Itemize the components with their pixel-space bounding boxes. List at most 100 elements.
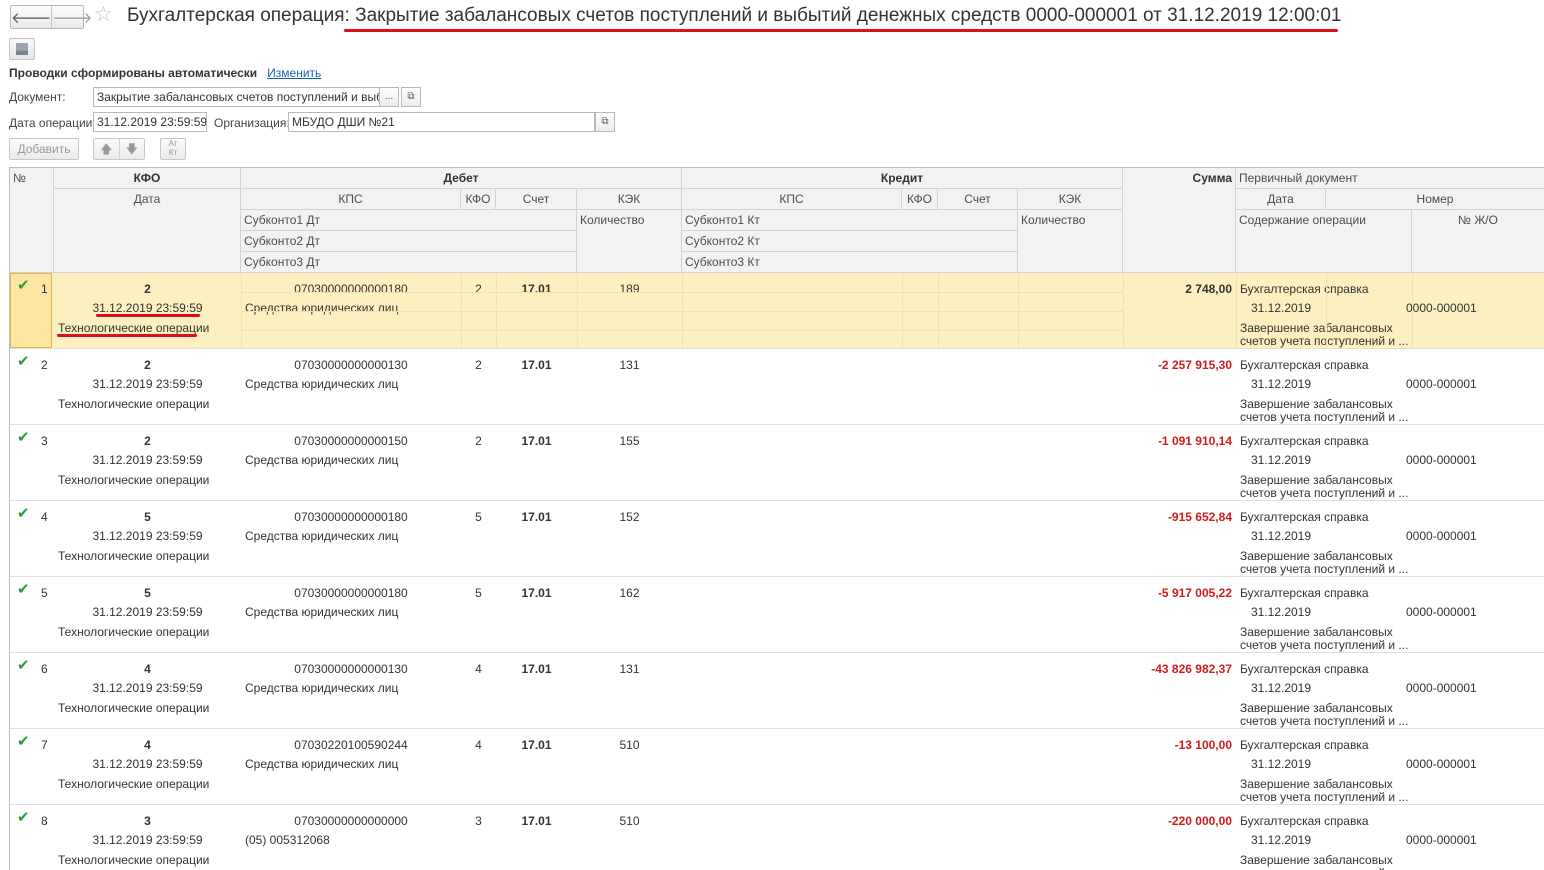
back-button[interactable]: 🡐 <box>11 6 51 28</box>
document-select-button[interactable]: ... <box>379 87 399 107</box>
save-button[interactable] <box>9 38 35 60</box>
row-debit-account: 17.01 <box>521 738 552 752</box>
row-doc-type: Бухгалтерская справка <box>1240 814 1369 828</box>
col-sum[interactable]: Сумма <box>1123 168 1236 273</box>
col-credit-kek[interactable]: КЭК <box>1018 189 1123 210</box>
row-divider <box>241 330 1123 331</box>
row-kfo: 2 <box>144 282 151 296</box>
move-up-button[interactable]: 🡅 <box>94 139 120 159</box>
row-doc-number: 0000-000001 <box>1406 529 1477 543</box>
col-content[interactable]: Содержание операции <box>1236 210 1412 273</box>
col-subconto1-kt[interactable]: Субконто1 Кт <box>682 210 1018 231</box>
change-link[interactable]: Изменить <box>267 66 321 80</box>
row-number: 6 <box>41 662 48 676</box>
table-row[interactable]: ✔ 5 5 31.12.2019 23:59:59 Технологически… <box>10 577 1544 653</box>
col-journal-num[interactable]: № Ж/О <box>1412 210 1544 273</box>
col-credit-account[interactable]: Счет <box>938 189 1018 210</box>
operation-date-field[interactable]: 31.12.2019 23:59:59 <box>93 112 207 132</box>
operation-date-label: Дата операции: <box>9 116 96 130</box>
col-group-credit: Кредит <box>682 168 1123 189</box>
col-subconto1-dt[interactable]: Субконто1 Дт <box>241 210 577 231</box>
dt-kt-icon: Ат Кт <box>168 139 178 157</box>
sort-dt-kt-button[interactable]: Ат Кт <box>160 138 186 160</box>
row-date: 31.12.2019 23:59:59 <box>92 377 203 391</box>
row-doc-number: 0000-000001 <box>1406 605 1477 619</box>
row-kfo: 4 <box>144 738 151 752</box>
row-sum: -43 826 982,37 <box>1151 662 1232 676</box>
row-number: 8 <box>41 814 48 828</box>
document-open-button[interactable]: ⧉ <box>401 87 421 107</box>
row-doc-type: Бухгалтерская справка <box>1240 282 1369 296</box>
row-sum: -2 257 915,30 <box>1157 358 1232 372</box>
col-credit-qty[interactable]: Количество <box>1018 210 1123 273</box>
row-doc-type: Бухгалтерская справка <box>1240 510 1369 524</box>
col-debit-qty[interactable]: Количество <box>577 210 682 273</box>
col-date[interactable]: Дата <box>54 189 241 273</box>
row-divider <box>241 311 1123 312</box>
col-debit-account[interactable]: Счет <box>496 189 577 210</box>
row-kfo: 2 <box>144 434 151 448</box>
col-debit-kps[interactable]: КПС <box>241 189 461 210</box>
table-row[interactable]: ✔ 8 3 31.12.2019 23:59:59 Технологически… <box>10 805 1544 870</box>
row-subconto1-dt: Средства юридических лиц <box>245 529 399 543</box>
col-num[interactable]: № <box>10 168 54 273</box>
row-debit-kps: 07030000000000180 <box>294 586 408 600</box>
col-credit-kfo[interactable]: КФО <box>902 189 938 210</box>
row-debit-kfo: 5 <box>475 510 482 524</box>
col-subconto2-dt[interactable]: Субконто2 Дт <box>241 231 577 252</box>
row-debit-account: 17.01 <box>521 434 552 448</box>
col-doc-number[interactable]: Номер <box>1326 189 1544 210</box>
move-down-button[interactable]: 🡇 <box>120 139 145 159</box>
annotation-underline-title <box>344 29 1338 32</box>
col-kfo[interactable]: КФО <box>54 168 241 189</box>
row-debit-kfo: 2 <box>475 358 482 372</box>
organization-field[interactable]: МБУДО ДШИ №21 <box>288 112 595 132</box>
row-debit-kfo: 2 <box>475 282 482 296</box>
col-credit-kps[interactable]: КПС <box>682 189 902 210</box>
document-field[interactable]: Закрытие забалансовых счетов поступлений… <box>93 87 381 107</box>
table-row[interactable]: ✔ 3 2 31.12.2019 23:59:59 Технологически… <box>10 425 1544 501</box>
row-sum: 2 748,00 <box>1185 282 1232 296</box>
row-kfo: 3 <box>144 814 151 828</box>
row-content-line2: счетов учета поступлений и ... <box>1240 334 1409 348</box>
row-content-line1: Завершение забалансовых <box>1240 701 1393 715</box>
row-sum: -915 652,84 <box>1167 510 1232 524</box>
favorite-star-icon[interactable]: ☆ <box>94 4 113 26</box>
row-content-line1: Завершение забалансовых <box>1240 853 1393 867</box>
col-doc-date[interactable]: Дата <box>1236 189 1326 210</box>
row-operation-type: Технологические операции <box>58 397 210 411</box>
table-row[interactable]: ✔ 7 4 31.12.2019 23:59:59 Технологически… <box>10 729 1544 805</box>
add-button[interactable]: Добавить <box>9 138 79 160</box>
organization-open-button[interactable]: ⧉ <box>595 112 615 132</box>
row-divider <box>241 292 1123 293</box>
move-buttons: 🡅 🡇 <box>93 138 145 160</box>
col-primary-doc[interactable]: Первичный документ <box>1236 168 1544 189</box>
document-label: Документ: <box>9 90 66 104</box>
row-content-line1: Завершение забалансовых <box>1240 777 1393 791</box>
table-row[interactable]: ✔ 1 2 31.12.2019 23:59:59 Технологически… <box>10 273 1544 349</box>
row-doc-type: Бухгалтерская справка <box>1240 358 1369 372</box>
row-debit-account: 17.01 <box>521 586 552 600</box>
row-date: 31.12.2019 23:59:59 <box>92 833 203 847</box>
col-subconto3-dt[interactable]: Субконто3 Дт <box>241 252 577 273</box>
table-row[interactable]: ✔ 4 5 31.12.2019 23:59:59 Технологически… <box>10 501 1544 577</box>
forward-button[interactable]: 🡒 <box>51 6 92 28</box>
row-doc-number: 0000-000001 <box>1406 377 1477 391</box>
col-subconto3-kt[interactable]: Субконто3 Кт <box>682 252 1018 273</box>
row-doc-date: 31.12.2019 <box>1250 605 1312 619</box>
col-debit-kek[interactable]: КЭК <box>577 189 682 210</box>
row-debit-account: 17.01 <box>521 814 552 828</box>
row-operation-type: Технологические операции <box>58 701 210 715</box>
col-debit-kfo[interactable]: КФО <box>461 189 496 210</box>
row-sum: -13 100,00 <box>1174 738 1232 752</box>
row-debit-kek: 189 <box>619 282 640 296</box>
table-row[interactable]: ✔ 2 2 31.12.2019 23:59:59 Технологически… <box>10 349 1544 425</box>
posted-check-icon: ✔ <box>17 429 30 446</box>
title-document: Закрытие забалансовых счетов поступлений… <box>355 5 1342 26</box>
table-row[interactable]: ✔ 6 4 31.12.2019 23:59:59 Технологически… <box>10 653 1544 729</box>
row-debit-kek: 510 <box>619 814 640 828</box>
col-subconto2-kt[interactable]: Субконто2 Кт <box>682 231 1018 252</box>
row-debit-kek: 162 <box>619 586 640 600</box>
row-content-line2: счетов учета поступлений и ... <box>1240 638 1409 652</box>
row-debit-kek: 131 <box>619 358 640 372</box>
